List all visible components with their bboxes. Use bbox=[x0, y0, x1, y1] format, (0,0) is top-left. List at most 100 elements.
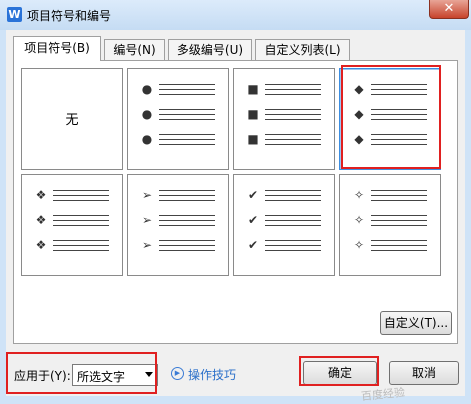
text-line bbox=[265, 250, 321, 251]
close-button[interactable]: ✕ bbox=[429, 0, 469, 19]
text-line bbox=[265, 220, 321, 221]
text-line bbox=[265, 119, 321, 120]
text-line bbox=[265, 200, 321, 201]
text-line bbox=[159, 134, 215, 135]
text-line bbox=[159, 114, 215, 115]
four-diamonds-icon: ❖ bbox=[35, 213, 47, 227]
text-line bbox=[371, 109, 427, 110]
ok-button[interactable]: 确定 bbox=[303, 361, 377, 385]
text-line bbox=[371, 250, 427, 251]
bullet-option-none[interactable]: 无 bbox=[21, 68, 123, 170]
watermark: 百度经验 bbox=[360, 385, 406, 404]
filled-square-icon: ■ bbox=[247, 82, 259, 96]
filled-square-icon: ■ bbox=[247, 107, 259, 121]
title-bar: W 项目符号和编号 ✕ bbox=[0, 0, 471, 30]
text-line bbox=[265, 245, 321, 246]
text-line bbox=[265, 225, 321, 226]
customize-button[interactable]: 自定义(T)... bbox=[380, 311, 452, 335]
filled-diamond-icon: ◆ bbox=[354, 82, 364, 96]
bullet-row: ◆ bbox=[352, 132, 430, 146]
apply-to-select[interactable]: 所选文字 bbox=[72, 364, 158, 386]
checkmark-icon: ✔ bbox=[247, 188, 259, 202]
bullet-option-four-point-star[interactable]: ✧ ✧ ✧ bbox=[339, 174, 441, 276]
text-line bbox=[53, 250, 109, 251]
four-diamonds-icon: ❖ bbox=[35, 238, 47, 252]
text-line bbox=[371, 195, 427, 196]
text-line bbox=[371, 139, 427, 140]
text-line bbox=[159, 195, 215, 196]
bullet-row: ● bbox=[140, 107, 218, 121]
text-line bbox=[159, 225, 215, 226]
bullet-row: ➢ bbox=[140, 213, 218, 227]
text-line bbox=[159, 84, 215, 85]
text-line bbox=[371, 89, 427, 90]
filled-square-icon: ■ bbox=[247, 132, 259, 146]
cancel-button[interactable]: 取消 bbox=[389, 361, 459, 385]
bullet-row: ➢ bbox=[140, 238, 218, 252]
checkmark-icon: ✔ bbox=[247, 213, 259, 227]
arrowhead-icon: ➢ bbox=[141, 188, 153, 202]
text-line bbox=[371, 245, 427, 246]
bullet-row: ✔ bbox=[246, 213, 324, 227]
apply-to-label: 应用于(Y): bbox=[14, 369, 71, 383]
text-line bbox=[159, 220, 215, 221]
text-line bbox=[371, 119, 427, 120]
none-label: 无 bbox=[65, 113, 79, 128]
bullet-option-four-diamonds[interactable]: ❖ ❖ ❖ bbox=[21, 174, 123, 276]
text-line bbox=[265, 240, 321, 241]
four-diamonds-icon: ❖ bbox=[35, 188, 47, 202]
text-line bbox=[53, 240, 109, 241]
bullet-row: ✧ bbox=[352, 213, 430, 227]
text-line bbox=[53, 225, 109, 226]
text-line bbox=[53, 220, 109, 221]
bullet-row: ✧ bbox=[352, 188, 430, 202]
tab-numbering[interactable]: 编号(N) bbox=[104, 39, 165, 60]
text-line bbox=[265, 144, 321, 145]
bullet-option-filled-square[interactable]: ■ ■ ■ bbox=[233, 68, 335, 170]
play-icon[interactable]: ▶ bbox=[171, 367, 184, 380]
checkmark-icon: ✔ bbox=[247, 238, 259, 252]
bullet-row: ■ bbox=[246, 132, 324, 146]
filled-circle-icon: ● bbox=[141, 132, 153, 146]
bullet-row: ❖ bbox=[34, 238, 112, 252]
bullet-option-filled-circle[interactable]: ● ● ● bbox=[127, 68, 229, 170]
window-title: 项目符号和编号 bbox=[27, 9, 112, 23]
tab-custom-list[interactable]: 自定义列表(L) bbox=[255, 39, 350, 60]
text-line bbox=[265, 94, 321, 95]
text-line bbox=[371, 134, 427, 135]
four-point-star-icon: ✧ bbox=[353, 188, 365, 202]
filled-circle-icon: ● bbox=[141, 107, 153, 121]
text-line bbox=[371, 215, 427, 216]
bullet-option-checkmark[interactable]: ✔ ✔ ✔ bbox=[233, 174, 335, 276]
text-line bbox=[265, 190, 321, 191]
bullet-row: ■ bbox=[246, 82, 324, 96]
text-line bbox=[159, 94, 215, 95]
text-line bbox=[53, 190, 109, 191]
text-line bbox=[371, 220, 427, 221]
bullet-row: ◆ bbox=[352, 82, 430, 96]
text-line bbox=[371, 225, 427, 226]
text-line bbox=[159, 89, 215, 90]
bullet-option-arrowhead[interactable]: ➢ ➢ ➢ bbox=[127, 174, 229, 276]
text-line bbox=[265, 109, 321, 110]
text-line bbox=[53, 215, 109, 216]
text-line bbox=[371, 114, 427, 115]
bullet-row: ❖ bbox=[34, 213, 112, 227]
text-line bbox=[159, 139, 215, 140]
dropdown-arrow-icon[interactable] bbox=[145, 372, 153, 377]
filled-diamond-icon: ◆ bbox=[354, 132, 364, 146]
text-line bbox=[159, 240, 215, 241]
tab-bullets[interactable]: 项目符号(B) bbox=[13, 36, 101, 61]
bullet-row: ◆ bbox=[352, 107, 430, 121]
bullet-row: ● bbox=[140, 82, 218, 96]
text-line bbox=[53, 200, 109, 201]
bullet-row: ● bbox=[140, 132, 218, 146]
tips-link[interactable]: 操作技巧 bbox=[188, 366, 236, 383]
tab-multilevel[interactable]: 多级编号(U) bbox=[168, 39, 252, 60]
bullet-option-filled-diamond[interactable]: ◆ ◆ ◆ bbox=[339, 68, 441, 170]
text-line bbox=[371, 190, 427, 191]
bullet-row: ✔ bbox=[246, 238, 324, 252]
text-line bbox=[371, 200, 427, 201]
text-line bbox=[265, 134, 321, 135]
text-line bbox=[159, 215, 215, 216]
